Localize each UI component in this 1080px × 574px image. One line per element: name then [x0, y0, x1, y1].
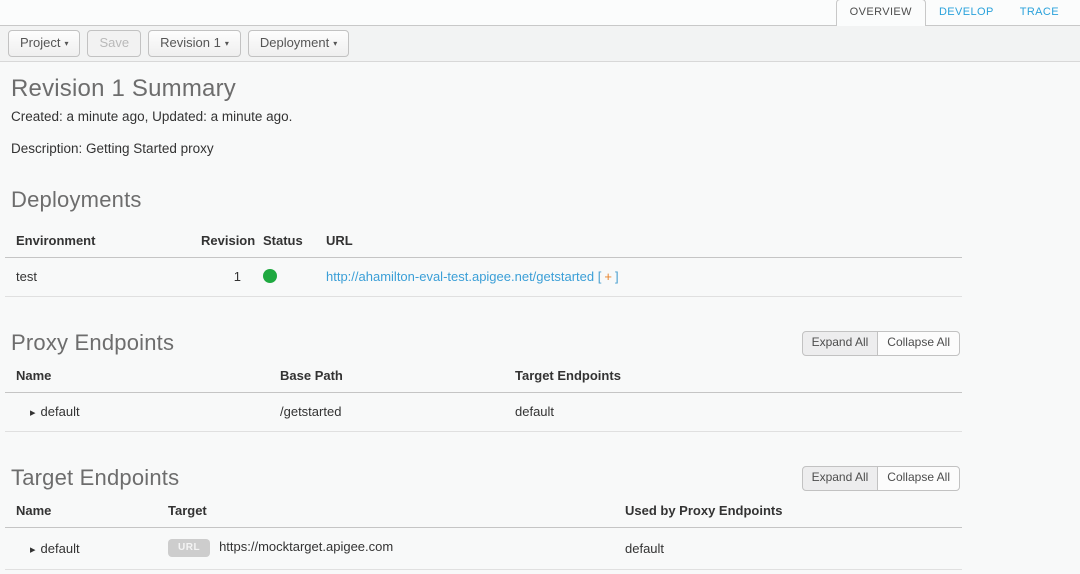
- target-endpoint-row: ▸ default URL https://mocktarget.apigee.co…: [5, 528, 962, 570]
- col-status: Status: [252, 223, 315, 258]
- caret-down-icon: ▾: [333, 39, 337, 49]
- col-target: Target: [157, 493, 614, 528]
- caret-down-icon: ▾: [64, 39, 68, 49]
- col-target-endpoints: Target Endpoints: [504, 358, 962, 393]
- project-menu-button[interactable]: Project ▾: [8, 30, 80, 57]
- target-endpoint-name: default: [41, 541, 80, 556]
- col-used-by-proxy-endpoints: Used by Proxy Endpoints: [614, 493, 962, 528]
- col-name: Name: [5, 358, 269, 393]
- project-menu-label: Project: [20, 35, 60, 50]
- tab-overview[interactable]: OVERVIEW: [836, 0, 926, 26]
- tab-trace[interactable]: TRACE: [1007, 0, 1072, 25]
- target-endpoints-header-row: Name Target Used by Proxy Endpoints: [5, 493, 962, 528]
- deployments-table: Environment Revision Status URL test 1 h…: [5, 223, 962, 297]
- proxy-endpoint-name-cell: ▸ default: [5, 393, 269, 432]
- deployments-header-row: Environment Revision Status URL: [5, 223, 962, 258]
- created-updated-text: Created: a minute ago, Updated: a minute…: [11, 109, 962, 124]
- deployment-menu-button[interactable]: Deployment ▾: [248, 30, 349, 57]
- toolbar: Project ▾ Save Revision 1 ▾ Deployment ▾: [0, 26, 1080, 62]
- deployment-url-cell: http://ahamilton-eval-test.apigee.net/ge…: [315, 258, 962, 297]
- url-expand-close-bracket: ]: [615, 269, 619, 284]
- tab-develop[interactable]: DEVELOP: [926, 0, 1007, 25]
- expander-right-icon[interactable]: ▸: [30, 543, 36, 556]
- proxy-endpoints-header-row: Name Base Path Target Endpoints: [5, 358, 962, 393]
- target-endpoints-expand-collapse-group: Expand All Collapse All: [802, 466, 960, 491]
- deployment-environment: test: [5, 258, 190, 297]
- revision-menu-label: Revision 1: [160, 35, 221, 50]
- col-revision: Revision: [190, 223, 252, 258]
- target-expand-all-button[interactable]: Expand All: [802, 466, 879, 491]
- save-button[interactable]: Save: [87, 30, 141, 57]
- proxy-endpoints-table: Name Base Path Target Endpoints ▸ default…: [5, 358, 962, 432]
- col-url: URL: [315, 223, 962, 258]
- deployment-status-cell: [252, 258, 315, 297]
- proxy-endpoint-row: ▸ default /getstarted default: [5, 393, 962, 432]
- deployment-url-link[interactable]: http://ahamilton-eval-test.apigee.net/ge…: [326, 269, 594, 284]
- overview-content: Revision 1 Summary Created: a minute ago…: [0, 75, 962, 570]
- target-endpoint-name-cell: ▸ default: [5, 528, 157, 570]
- proxy-endpoints-expand-collapse-group: Expand All Collapse All: [802, 331, 960, 356]
- description-text: Description: Getting Started proxy: [11, 141, 962, 156]
- proxy-editor-tabbar: OVERVIEW DEVELOP TRACE: [0, 0, 1080, 26]
- target-endpoints-section-head: Target Endpoints Expand All Collapse All: [5, 465, 962, 491]
- col-environment: Environment: [5, 223, 190, 258]
- proxy-collapse-all-button[interactable]: Collapse All: [877, 331, 960, 356]
- revision-menu-button[interactable]: Revision 1 ▾: [148, 30, 241, 57]
- deployment-menu-label: Deployment: [260, 35, 329, 50]
- proxy-endpoint-target-endpoints: default: [504, 393, 962, 432]
- target-endpoints-table: Name Target Used by Proxy Endpoints ▸ def…: [5, 493, 962, 570]
- deployment-revision: 1: [190, 258, 252, 297]
- expander-right-icon[interactable]: ▸: [30, 406, 36, 419]
- col-base-path: Base Path: [269, 358, 504, 393]
- deployment-row: test 1 http://ahamilton-eval-test.apigee…: [5, 258, 962, 297]
- proxy-expand-all-button[interactable]: Expand All: [802, 331, 879, 356]
- deployed-status-icon: [263, 269, 277, 283]
- page-title: Revision 1 Summary: [11, 75, 962, 103]
- caret-down-icon: ▾: [225, 39, 229, 49]
- proxy-endpoint-name: default: [41, 404, 80, 419]
- target-endpoint-target-cell: URL https://mocktarget.apigee.com: [157, 528, 614, 570]
- deployments-section-title: Deployments: [11, 187, 962, 213]
- col-name: Name: [5, 493, 157, 528]
- target-endpoint-used-by: default: [614, 528, 962, 570]
- target-collapse-all-button[interactable]: Collapse All: [877, 466, 960, 491]
- url-expand-plus-icon[interactable]: +: [601, 269, 615, 284]
- url-type-badge: URL: [168, 539, 210, 557]
- proxy-endpoint-base-path: /getstarted: [269, 393, 504, 432]
- proxy-endpoints-section-title: Proxy Endpoints: [11, 330, 174, 356]
- target-endpoint-target-url: https://mocktarget.apigee.com: [219, 539, 393, 554]
- target-endpoints-section-title: Target Endpoints: [11, 465, 179, 491]
- proxy-endpoints-section-head: Proxy Endpoints Expand All Collapse All: [5, 330, 962, 356]
